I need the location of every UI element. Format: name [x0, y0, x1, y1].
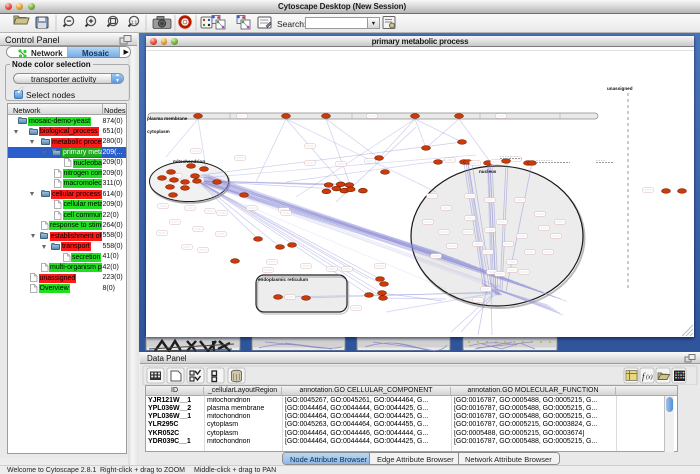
- svg-text:(x): (x): [646, 374, 653, 381]
- svg-text:nucleus: nucleus: [479, 169, 497, 174]
- svg-text:endoplasmic reticulum: endoplasmic reticulum: [258, 277, 308, 282]
- svg-text:plasma membrane: plasma membrane: [147, 116, 188, 121]
- svg-text:1:1: 1:1: [131, 19, 138, 24]
- svg-text:mitochondrion: mitochondrion: [173, 159, 205, 164]
- svg-text:unassigned: unassigned: [607, 86, 633, 91]
- svg-text:cytoplasm: cytoplasm: [147, 129, 170, 134]
